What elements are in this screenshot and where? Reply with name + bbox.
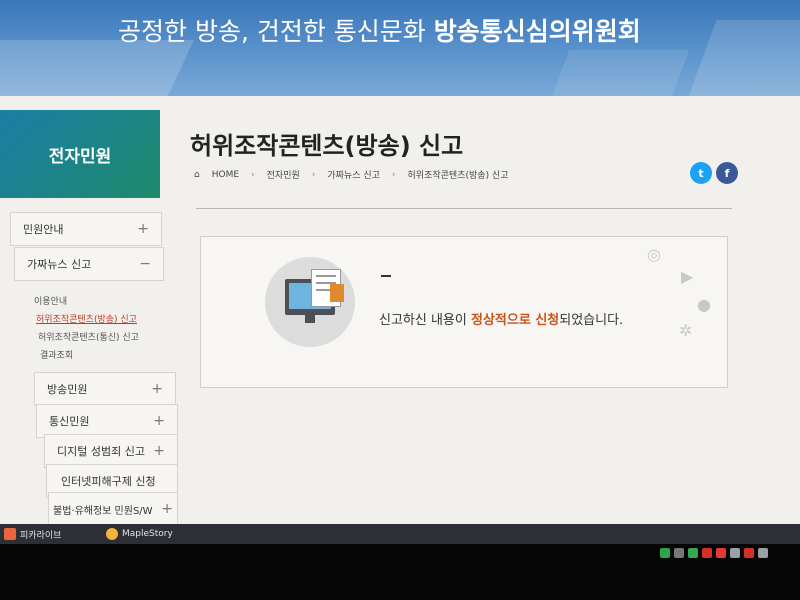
twitter-icon[interactable]: t [690, 162, 712, 184]
sidebar: 전자민원 민원안내 + 가짜뉴스 신고 − 이용안내 허위조작콘텐츠(방송) 신… [0, 110, 178, 530]
sidebar-item-complaint-guide[interactable]: 민원안내 + [10, 212, 162, 246]
breadcrumb: ⌂ HOME › 전자민원 › 가짜뉴스 신고 › 허위조작콘텐츠(방송) 신고 [194, 168, 509, 182]
sidebar-item-label: 통신민원 [49, 415, 90, 428]
tray-icon[interactable] [702, 548, 712, 558]
banner-decoration [683, 20, 800, 96]
message-dash [381, 275, 391, 277]
tray-icon[interactable] [674, 548, 684, 558]
banner-decoration [0, 40, 194, 96]
result-message: 신고하신 내용이 정상적으로 신청되었습니다. [379, 309, 623, 328]
collapse-icon: − [139, 256, 151, 272]
expand-icon: + [153, 443, 165, 459]
chevron-right-icon: › [251, 169, 255, 180]
banner-slogan-text: 공정한 방송, 건전한 통신문화 [118, 17, 426, 46]
chevron-right-icon: › [391, 169, 396, 180]
breadcrumb-current: 허위조작콘텐츠(방송) 신고 [407, 171, 509, 181]
taskbar-item-maplestory[interactable]: MapleStory [106, 526, 173, 542]
expand-icon: + [137, 221, 149, 237]
tray-icon[interactable] [758, 548, 768, 558]
share-buttons: t f [690, 162, 738, 184]
breadcrumb-electronic-complaint[interactable]: 전자민원 [267, 168, 300, 181]
tray-icon[interactable] [688, 548, 698, 558]
banner-slogan: 공정한 방송, 건전한 통신문화 방송통신심의위원회 [118, 12, 641, 48]
sidebar-item-fake-news[interactable]: 가짜뉴스 신고 − [14, 247, 164, 281]
banner-decoration [550, 50, 690, 96]
sidebar-item-harmful-info-sw[interactable]: 불법·유해정보 민원S/W + [48, 492, 178, 526]
expand-icon: + [161, 501, 173, 517]
sidebar-item-label: 민원안내 [23, 223, 64, 236]
sidebar-item-digital-sex-crime[interactable]: 디지털 성범죄 신고 + [44, 434, 178, 468]
taskbar: 피카라이브 MapleStory [0, 524, 800, 544]
main-content: 허위조작콘텐츠(방송) 신고 ⌂ HOME › 전자민원 › 가짜뉴스 신고 ›… [190, 96, 750, 524]
sidebar-subitem-broadcast-report[interactable]: 허위조작콘텐츠(방송) 신고 [36, 312, 137, 325]
breadcrumb-home[interactable]: HOME [212, 170, 239, 180]
sidebar-subitem-telecom-report[interactable]: 허위조작콘텐츠(통신) 신고 [38, 330, 139, 343]
app-icon [4, 528, 16, 540]
app-icon [106, 528, 118, 540]
page-body: 전자민원 민원안내 + 가짜뉴스 신고 − 이용안내 허위조작콘텐츠(방송) 신… [0, 96, 800, 526]
monitor-stand [305, 315, 315, 323]
user-icon: ● [697, 295, 711, 314]
tray-icon[interactable] [744, 548, 754, 558]
gear-icon: ✲ [679, 321, 693, 340]
sidebar-subitem-usage[interactable]: 이용안내 [34, 294, 67, 307]
result-box: 신고하신 내용이 정상적으로 신청되었습니다. ◎ ▶ ● ✲ [200, 236, 728, 388]
sidebar-item-label: 불법·유해정보 민원S/W [53, 505, 153, 517]
breadcrumb-fake-news[interactable]: 가짜뉴스 신고 [327, 168, 380, 181]
sidebar-item-label: 방송민원 [47, 383, 88, 396]
tray-icon[interactable] [660, 548, 670, 558]
sidebar-heading: 전자민원 [0, 110, 160, 198]
divider [196, 208, 732, 209]
sidebar-subitem-results[interactable]: 결과조회 [40, 348, 73, 361]
banner-org-name[interactable]: 방송통신심의위원회 [434, 17, 641, 46]
tray-icon[interactable] [716, 548, 726, 558]
taskbar-item-label: MapleStory [122, 529, 173, 539]
sidebar-item-telecom[interactable]: 통신민원 + [36, 404, 178, 438]
globe-icon: ◎ [647, 245, 661, 264]
sidebar-item-label: 디지털 성범죄 신고 [57, 445, 145, 458]
sidebar-item-label: 인터넷피해구제 신청 [61, 475, 156, 488]
sidebar-item-label: 가짜뉴스 신고 [27, 258, 92, 271]
page-title: 허위조작콘텐츠(방송) 신고 [190, 132, 464, 160]
taskbar-item-pikalive[interactable]: 피카라이브 [4, 526, 61, 542]
result-message-start: 신고하신 내용이 [379, 313, 467, 328]
result-message-highlight: 정상적으로 신청 [471, 313, 560, 328]
sidebar-item-broadcast[interactable]: 방송민원 + [34, 372, 176, 406]
result-message-end: 되었습니다. [559, 313, 624, 328]
facebook-icon[interactable]: f [716, 162, 738, 184]
document-accent [330, 284, 344, 302]
system-tray [660, 548, 768, 558]
expand-icon: + [151, 381, 163, 397]
document-graphic [311, 269, 344, 307]
header-banner: 공정한 방송, 건전한 통신문화 방송통신심의위원회 [0, 0, 800, 96]
taskbar-item-label: 피카라이브 [20, 530, 62, 541]
chevron-right-icon: › [311, 169, 316, 180]
tray-icon[interactable] [730, 548, 740, 558]
play-icon: ▶ [681, 267, 694, 286]
home-icon[interactable]: ⌂ [194, 170, 200, 180]
computer-document-icon [265, 257, 355, 347]
expand-icon: + [153, 413, 165, 429]
